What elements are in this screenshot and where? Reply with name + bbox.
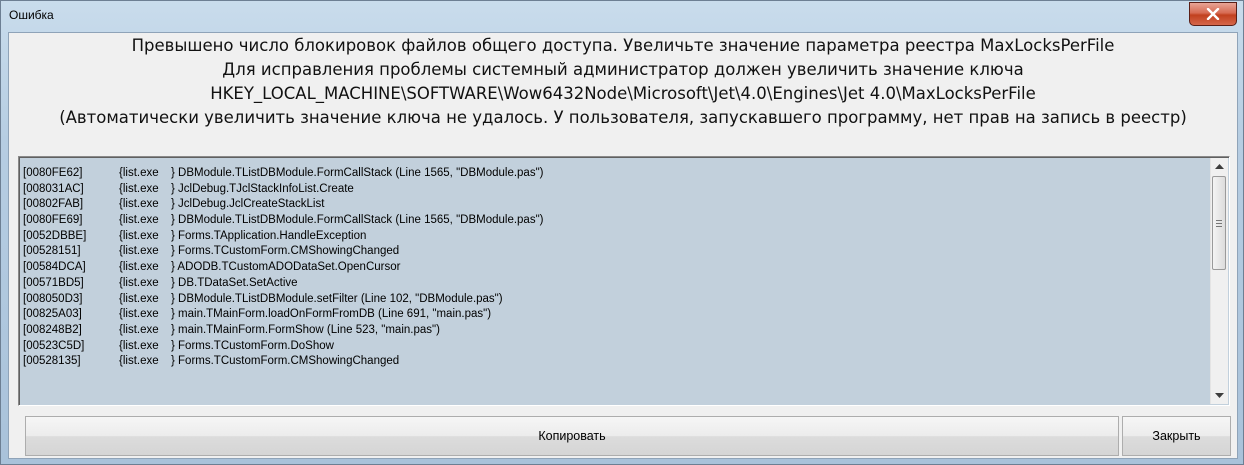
stack-frame: } Forms.TCustomForm.CMShowingChanged — [171, 355, 400, 368]
stack-frame: } Forms.TCustomForm.DoShow — [171, 339, 334, 352]
stack-module: {list.exe — [119, 355, 159, 368]
stack-line: [00802FAB] {list.exe } JclDebug.JclCreateS… — [23, 197, 544, 213]
stack-line: [00528151] {list.exe } Forms.TCustomForm.C… — [23, 244, 544, 260]
stack-module: {list.exe — [119, 323, 159, 336]
stack-module: {list.exe — [119, 167, 159, 179]
stack-line: [00825A03] {list.exe } main.TMainForm.load… — [23, 307, 544, 323]
stack-frame: } JclDebug.TJclStackInfoList.Create — [171, 182, 354, 195]
stack-line: [0052DBBE] {list.exe } Forms.TApplication.… — [23, 229, 544, 245]
stack-module: {list.exe — [119, 261, 159, 274]
stack-module: {list.exe — [119, 245, 159, 258]
stack-address: [00825A03] — [23, 308, 82, 321]
stack-line: [0080FE69] {list.exe } DBModule.TListDBMod… — [23, 213, 544, 229]
call-stack-memo[interactable]: [0080FE62] {list.exe } DBModule.TListDBMod… — [18, 156, 1230, 406]
stack-module: {list.exe — [119, 339, 159, 352]
stack-line: [008031AC] {list.exe } JclDebug.TJclStackI… — [23, 182, 544, 198]
stack-line: [00528135] {list.exe } Forms.TCustomForm.C… — [23, 354, 544, 370]
stack-module: {list.exe — [119, 182, 159, 195]
stack-address: [0080FE62] — [23, 167, 83, 179]
stack-address: [00571BD5] — [23, 276, 84, 289]
stack-frame: } ADODB.TCustomADODataSet.OpenCursor — [171, 261, 401, 274]
copy-button[interactable]: Копировать — [25, 416, 1119, 456]
message-line: Для исправления проблемы системный админ… — [222, 60, 1024, 79]
stack-frame: } JclDebug.JclCreateStackList — [171, 198, 325, 211]
scroll-up-button[interactable] — [1211, 158, 1228, 175]
arrow-up-icon — [1215, 164, 1224, 169]
window-close-button[interactable] — [1189, 2, 1237, 26]
grip-icon — [1216, 218, 1222, 229]
arrow-down-icon — [1215, 393, 1224, 398]
stack-line: [008050D3] {list.exe } DBModule.TListDBMod… — [23, 292, 544, 308]
window-title: Ошибка — [9, 8, 54, 22]
stack-address: [00584DCA] — [23, 261, 86, 274]
stack-address: [008031AC] — [23, 182, 84, 195]
stack-frame: } DBModule.TListDBModule.setFilter (Line… — [171, 292, 503, 305]
dialog-client-area: Превышено число блокировок файлов общего… — [8, 32, 1238, 459]
stack-module: {list.exe — [119, 214, 159, 227]
message-line: (Автоматически увеличить значение ключа … — [59, 108, 1187, 127]
stack-frame: } DBModule.TListDBModule.FormCallStack (… — [171, 167, 544, 179]
stack-line: [00584DCA] {list.exe } ADODB.TCustomADODat… — [23, 260, 544, 276]
stack-line: [008248B2] {list.exe } main.TMainForm.Form… — [23, 323, 544, 339]
close-icon — [1206, 8, 1220, 20]
stack-line: [00523C5D] {list.exe } Forms.TCustomForm.D… — [23, 339, 544, 355]
stack-address: [00528135] — [23, 355, 81, 368]
stack-address: [008050D3] — [23, 292, 83, 305]
stack-frame: } Forms.TApplication.HandleException — [171, 229, 367, 242]
stack-module: {list.exe — [119, 292, 159, 305]
stack-address: [0052DBBE] — [23, 229, 87, 242]
stack-module: {list.exe — [119, 308, 159, 321]
stack-address: [00802FAB] — [23, 198, 84, 211]
scroll-down-button[interactable] — [1211, 387, 1228, 404]
vertical-scrollbar[interactable] — [1210, 158, 1228, 404]
scroll-thumb[interactable] — [1212, 176, 1226, 270]
stack-address: [0080FE69] — [23, 214, 83, 227]
stack-frame: } DB.TDataSet.SetActive — [171, 276, 298, 289]
stack-frame: } main.TMainForm.loadOnFormFromDB (Line … — [171, 308, 492, 321]
stack-line: [0080FE62] {list.exe } DBModule.TListDBMod… — [23, 166, 544, 182]
stack-address: [00528151] — [23, 245, 81, 258]
stack-module: {list.exe — [119, 276, 159, 289]
stack-address: [008248B2] — [23, 323, 82, 336]
stack-line: [00571BD5] {list.exe } DB.TDataSet.SetActi… — [23, 276, 544, 292]
message-line: HKEY_LOCAL_MACHINE\SOFTWARE\Wow6432Node\… — [210, 84, 1036, 103]
stack-address: [00523C5D] — [23, 339, 85, 352]
error-dialog: Ошибка Превышено число блокировок файлов… — [0, 0, 1244, 465]
title-bar[interactable]: Ошибка — [1, 1, 1243, 31]
call-stack-lines: [0080FE62] {list.exe } DBModule.TListDBMod… — [23, 166, 544, 370]
stack-frame: } main.TMainForm.FormShow (Line 523, "ma… — [171, 323, 440, 336]
stack-frame: } Forms.TCustomForm.CMShowingChanged — [171, 245, 400, 258]
stack-module: {list.exe — [119, 229, 159, 242]
message-line: Превышено число блокировок файлов общего… — [131, 36, 1115, 55]
stack-module: {list.exe — [119, 198, 159, 211]
stack-frame: } DBModule.TListDBModule.FormCallStack (… — [171, 214, 544, 227]
error-message: Превышено число блокировок файлов общего… — [9, 33, 1237, 130]
close-button[interactable]: Закрыть — [1122, 416, 1231, 456]
